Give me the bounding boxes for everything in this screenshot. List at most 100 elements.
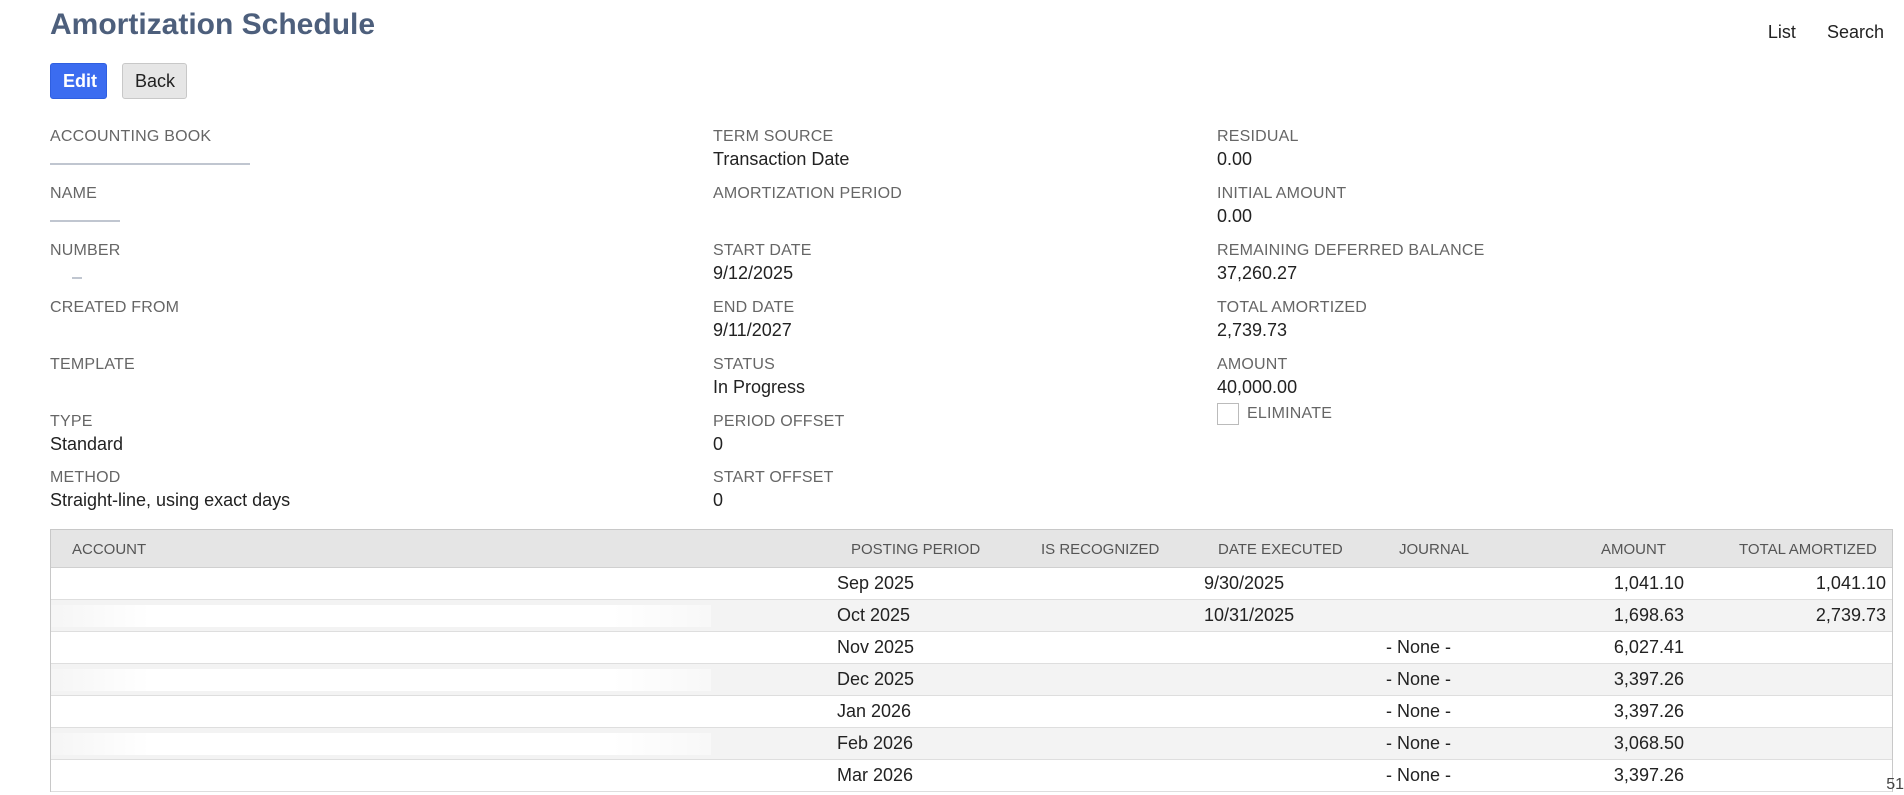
field-name: NAME	[50, 185, 120, 227]
cell-journal: - None -	[1386, 733, 1452, 753]
field-label: METHOD	[50, 469, 121, 486]
field-residual: RESIDUAL 0.00	[1217, 128, 1299, 170]
field-value: 9/11/2027	[713, 320, 792, 340]
cell-posting-period: Dec 2025	[837, 669, 915, 689]
field-start-date: START DATE 9/12/2025	[713, 242, 812, 284]
field-label: NAME	[50, 185, 98, 202]
field-period-offset: PERIOD OFFSET 0	[713, 413, 845, 455]
cell-amount: 1,698.63	[1613, 605, 1684, 625]
field-number: NUMBER	[50, 242, 121, 284]
page-title: Amortization Schedule	[50, 8, 376, 41]
field-label: INITIAL AMOUNT	[1217, 185, 1347, 202]
field-value	[50, 149, 250, 170]
field-initial-amount: INITIAL AMOUNT 0.00	[1217, 185, 1346, 227]
field-label: AMOUNT	[1217, 356, 1288, 373]
cell-amount: 3,397.26	[1613, 765, 1684, 785]
redacted-value	[50, 220, 120, 222]
table-row[interactable]: Oct 2025 10/31/2025 1,698.63 2,739.73	[51, 600, 1892, 632]
field-template: TEMPLATE	[50, 356, 135, 398]
cell-posting-period: Oct 2025	[837, 605, 911, 625]
col-is-recognized[interactable]: IS RECOGNIZED	[1041, 541, 1159, 558]
field-method: METHOD Straight-line, using exact days	[50, 469, 290, 511]
field-value: Standard	[50, 434, 124, 454]
col-amount[interactable]: AMOUNT	[1601, 541, 1666, 558]
cell-journal: - None -	[1386, 765, 1452, 785]
cell-posting-period: Sep 2025	[837, 573, 915, 593]
field-label: ELIMINATE	[1247, 405, 1333, 423]
field-amount: AMOUNT 40,000.00	[1217, 356, 1297, 398]
field-total-amortized: TOTAL AMORTIZED 2,739.73	[1217, 299, 1367, 341]
field-value	[50, 320, 179, 341]
field-value: In Progress	[713, 377, 806, 397]
field-label: REMAINING DEFERRED BALANCE	[1217, 242, 1485, 259]
top-links: List Search	[1742, 22, 1884, 43]
field-term-source: TERM SOURCE Transaction Date	[713, 128, 849, 170]
field-value	[50, 206, 120, 227]
field-label: START DATE	[713, 242, 812, 259]
field-amortization-period: AMORTIZATION PERIOD	[713, 185, 902, 227]
field-start-offset: START OFFSET 0	[713, 469, 834, 511]
cell-total-amortized: 1,041.10	[1815, 573, 1886, 593]
table-row[interactable]: Sep 2025 9/30/2025 1,041.10 1,041.10	[51, 568, 1892, 600]
table-row[interactable]: Nov 2025 - None - 6,027.41	[51, 632, 1892, 664]
redacted-account[interactable]	[51, 701, 711, 723]
field-end-date: END DATE 9/11/2027	[713, 299, 794, 341]
field-value: 0	[713, 490, 724, 510]
table-header: ACCOUNT POSTING PERIOD IS RECOGNIZED DAT…	[51, 530, 1892, 568]
redacted-account[interactable]	[51, 733, 711, 755]
redacted-account[interactable]	[51, 605, 711, 627]
field-value: 40,000.00	[1217, 377, 1298, 397]
col-total-amortized[interactable]: TOTAL AMORTIZED	[1739, 541, 1877, 558]
field-label: PERIOD OFFSET	[713, 413, 845, 430]
cell-amount: 3,397.26	[1613, 701, 1684, 721]
field-label: TOTAL AMORTIZED	[1217, 299, 1367, 316]
field-value: Transaction Date	[713, 149, 850, 169]
table-row[interactable]: Mar 2026 - None - 3,397.26	[51, 760, 1892, 792]
redacted-account[interactable]	[51, 637, 711, 659]
redacted-account[interactable]	[51, 765, 711, 787]
cell-amount: 3,068.50	[1613, 733, 1684, 753]
field-label: TERM SOURCE	[713, 128, 834, 145]
cell-posting-period: Feb 2026	[837, 733, 914, 753]
field-status: STATUS In Progress	[713, 356, 805, 398]
cell-amount: 6,027.41	[1613, 637, 1684, 657]
field-value: Straight-line, using exact days	[50, 490, 291, 510]
field-value: 9/12/2025	[713, 263, 794, 283]
cell-total-amortized: 2,739.73	[1815, 605, 1886, 625]
redacted-account[interactable]	[51, 573, 711, 595]
edge-page-indicator: 51	[1886, 776, 1904, 793]
col-posting-period[interactable]: POSTING PERIOD	[851, 541, 980, 558]
field-created-from: CREATED FROM	[50, 299, 179, 341]
redacted-value	[72, 277, 82, 279]
field-label: END DATE	[713, 299, 795, 316]
cell-amount: 3,397.26	[1613, 669, 1684, 689]
field-accounting-book: ACCOUNTING BOOK	[50, 128, 250, 170]
field-value: 2,739.73	[1217, 320, 1288, 340]
cell-journal: - None -	[1386, 637, 1452, 657]
field-label: AMORTIZATION PERIOD	[713, 185, 902, 202]
field-type: TYPE Standard	[50, 413, 123, 455]
field-label: STATUS	[713, 356, 775, 373]
eliminate-checkbox[interactable]	[1217, 403, 1239, 425]
table-row[interactable]: Jan 2026 - None - 3,397.26	[51, 696, 1892, 728]
table-row[interactable]: Dec 2025 - None - 3,397.26	[51, 664, 1892, 696]
list-link[interactable]: List	[1768, 22, 1796, 42]
col-journal[interactable]: JOURNAL	[1399, 541, 1469, 558]
field-value	[713, 206, 902, 227]
field-value	[50, 263, 121, 284]
field-value: 0.00	[1217, 149, 1253, 169]
cell-journal: - None -	[1386, 669, 1452, 689]
redacted-account[interactable]	[51, 669, 711, 691]
col-date-executed[interactable]: DATE EXECUTED	[1218, 541, 1343, 558]
search-link[interactable]: Search	[1827, 22, 1884, 42]
field-label: START OFFSET	[713, 469, 834, 486]
field-value	[50, 377, 135, 398]
back-button[interactable]: Back	[122, 63, 187, 99]
cell-posting-period: Jan 2026	[837, 701, 912, 721]
field-value: 0.00	[1217, 206, 1253, 226]
cell-posting-period: Nov 2025	[837, 637, 915, 657]
edit-button[interactable]: Edit	[50, 63, 107, 99]
table-row[interactable]: Feb 2026 - None - 3,068.50	[51, 728, 1892, 760]
col-account[interactable]: ACCOUNT	[72, 541, 146, 558]
cell-date-executed: 10/31/2025	[1204, 605, 1295, 625]
